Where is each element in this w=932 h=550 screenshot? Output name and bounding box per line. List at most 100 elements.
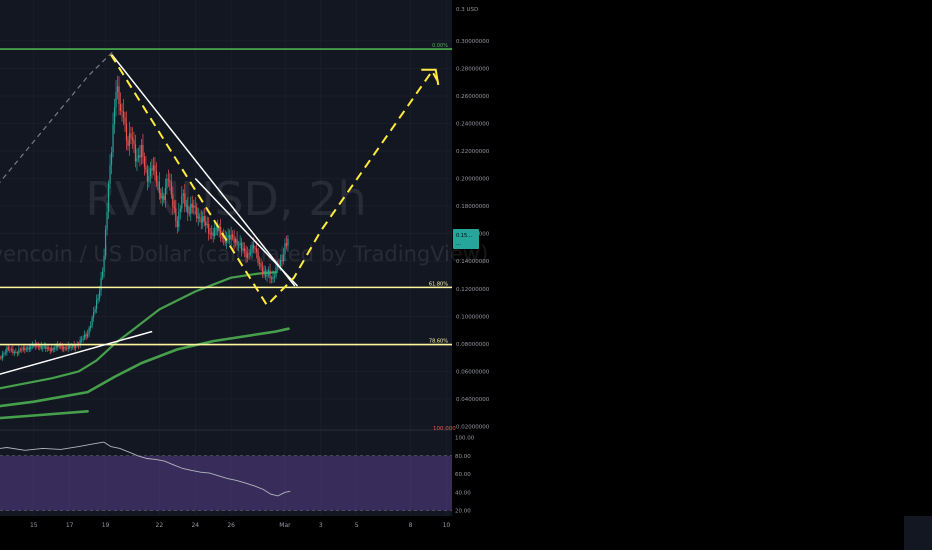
candle-body [208, 223, 210, 234]
rsi-tick-label: 80.00 [455, 454, 471, 460]
candle-body [267, 270, 270, 276]
candle-body [284, 243, 286, 255]
candle-body [282, 254, 285, 262]
candle-body [63, 347, 65, 350]
candle-body [272, 276, 274, 279]
price-tick-label: 0.24000000 [456, 121, 490, 127]
price-tick-label: 0.22000000 [456, 149, 490, 155]
candle-body [69, 345, 71, 348]
candle-body [139, 155, 141, 158]
candle-body [61, 345, 63, 350]
candle-body [48, 347, 50, 350]
candle-body [269, 270, 271, 279]
candle-body [203, 216, 205, 222]
candle-body [263, 270, 265, 273]
candle-body [161, 196, 163, 199]
candle-body [155, 171, 157, 183]
candle-body [46, 347, 48, 349]
candle-body [188, 213, 190, 215]
candle-body [37, 346, 39, 348]
price-tick-label: 0.28000000 [456, 66, 490, 72]
candle-body [128, 133, 131, 146]
price-tick-label: 0.02000000 [456, 425, 490, 431]
candle-body [137, 155, 140, 158]
candle-body [167, 179, 169, 181]
candle-body [202, 216, 204, 223]
candle-body [43, 345, 45, 348]
candle-body [246, 253, 249, 258]
candle-body [101, 271, 104, 278]
candle-body [194, 205, 196, 208]
candle-body [273, 276, 276, 278]
candle-body [184, 193, 186, 207]
date-tick-label: 17 [66, 522, 74, 529]
price-tick-label: 0.26000000 [456, 94, 490, 100]
date-tick-label: 19 [102, 522, 110, 529]
rsi-band [0, 455, 452, 511]
bottom-right-corner-button[interactable] [904, 516, 932, 550]
candle-body [110, 152, 113, 165]
chart-svg: RVNUSD, 2h Ravencoin / US Dollar (calcul… [0, 0, 932, 550]
candle-body [196, 207, 198, 219]
candle-body [193, 205, 195, 208]
candle-body [176, 220, 178, 227]
candle-body [229, 235, 231, 240]
price-tick-label: 0.10000000 [456, 314, 490, 320]
candle-body [235, 239, 237, 243]
candle-body [142, 145, 144, 157]
candle-body [182, 193, 184, 196]
candle-body [75, 345, 77, 349]
candle-body [146, 169, 149, 182]
candle-body [185, 205, 187, 207]
price-axis[interactable]: 0.3 USD 0.02000000 0.04000000 0.06000000 0.0… [455, 7, 490, 515]
candle-body [4, 352, 6, 354]
candle-body [251, 244, 253, 253]
candle-body [98, 290, 101, 299]
candle-body [90, 326, 92, 328]
candle-body [93, 312, 95, 318]
price-axis-top-label: 0.3 USD [456, 7, 478, 13]
candle-body [257, 252, 259, 264]
candle-body [112, 124, 114, 153]
candle-body [97, 298, 99, 300]
candle-body [103, 255, 105, 272]
fib-level-label: 0.00% [432, 43, 448, 49]
candle-body [233, 237, 235, 243]
candle-body [45, 345, 47, 349]
candle-body [215, 228, 217, 229]
candle-body [170, 182, 172, 195]
candle-body [151, 168, 153, 171]
date-axis[interactable]: 15 17 19 22 24 26 Mar 3 5 8 10 [30, 522, 450, 529]
candle-body [118, 86, 120, 105]
candle-body [104, 229, 107, 256]
candle-body [220, 227, 222, 236]
candle-body [245, 251, 247, 258]
candle-body [60, 345, 62, 347]
candle-body [200, 218, 202, 223]
candle-body [241, 242, 243, 250]
candle-body [16, 352, 18, 354]
candle-body [134, 144, 137, 162]
candle-body [125, 123, 128, 141]
candle-body [143, 156, 146, 167]
candle-body [66, 348, 68, 350]
candle-body [121, 110, 123, 112]
candle-body [136, 157, 138, 162]
candle-body [19, 349, 21, 351]
candle-body [107, 183, 110, 213]
candle-body [211, 232, 213, 234]
candle-body [154, 165, 156, 172]
candle-body [25, 349, 27, 351]
candle-body [39, 345, 41, 348]
candle-body [281, 259, 283, 262]
candle-body [85, 334, 87, 337]
candle-body [15, 352, 17, 353]
candle-body [287, 238, 289, 246]
date-tick-label: 24 [191, 522, 199, 529]
tradingview-chart[interactable]: RVNUSD, 2h Ravencoin / US Dollar (calcul… [0, 0, 932, 550]
candle-body [261, 267, 264, 273]
date-tick-label: 26 [227, 522, 235, 529]
candle-body [87, 334, 89, 337]
candle-body [242, 248, 244, 250]
candle-body [243, 248, 246, 252]
